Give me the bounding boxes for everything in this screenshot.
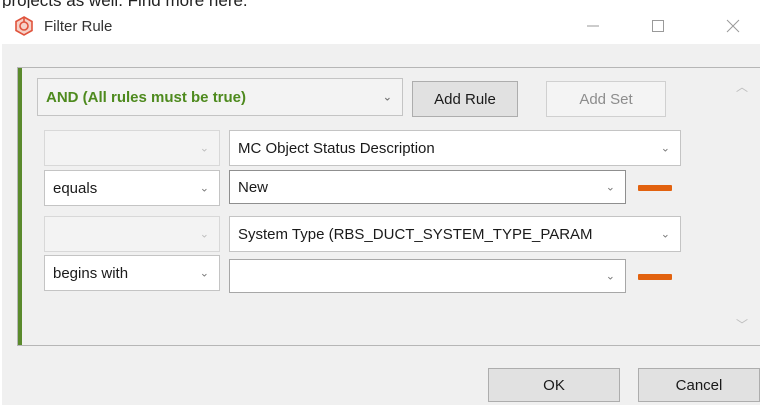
operator-value: AND (All rules must be true) <box>46 88 247 106</box>
ok-button[interactable]: OK <box>488 368 620 402</box>
add-set-button[interactable]: Add Set <box>546 81 666 117</box>
window-title: Filter Rule <box>44 18 113 35</box>
maximize-icon <box>652 20 664 32</box>
minimize-icon <box>587 25 599 27</box>
maximize-button[interactable] <box>635 8 681 44</box>
filter-rule-dialog: Filter Rule ︿ ﹀ <box>2 8 760 405</box>
chevron-down-icon: ⌄ <box>199 142 209 155</box>
rule-2-remove-button[interactable] <box>638 274 672 280</box>
rule-1-connector-dropdown[interactable]: ⌄ <box>44 130 220 166</box>
rule-2-field-value: System Type (RBS_DUCT_SYSTEM_TYPE_PARAM <box>238 225 593 243</box>
rule-set-accent-bar <box>18 68 22 345</box>
filter-rule-app-icon <box>15 16 33 36</box>
rule-1-condition-value: equals <box>53 179 98 197</box>
rule-1-value-combobox[interactable]: New ⌄ <box>229 170 626 204</box>
background-text: projects as well. Find more here. <box>2 0 248 10</box>
chevron-down-icon: ⌄ <box>605 181 615 194</box>
scroll-up-icon[interactable]: ︿ <box>736 78 748 95</box>
scroll-down-icon[interactable]: ﹀ <box>736 316 748 333</box>
rule-1-remove-button[interactable] <box>638 185 672 191</box>
add-rule-button[interactable]: Add Rule <box>412 81 518 117</box>
minimize-button[interactable] <box>570 8 616 44</box>
rule-2-value-combobox[interactable]: ⌄ <box>229 259 626 293</box>
rule-2-field-dropdown[interactable]: System Type (RBS_DUCT_SYSTEM_TYPE_PARAM … <box>229 216 681 252</box>
rule-1-condition-dropdown[interactable]: equals ⌄ <box>44 170 220 206</box>
chevron-down-icon: ⌄ <box>199 182 209 195</box>
rule-1-field-dropdown[interactable]: MC Object Status Description ⌄ <box>229 130 681 166</box>
chevron-down-icon: ⌄ <box>605 270 615 283</box>
chevron-down-icon: ⌄ <box>382 91 392 104</box>
cancel-button[interactable]: Cancel <box>638 368 760 402</box>
close-icon <box>726 19 740 33</box>
operator-dropdown[interactable]: AND (All rules must be true) ⌄ <box>37 78 403 116</box>
chevron-down-icon: ⌄ <box>199 228 209 241</box>
rule-2-connector-dropdown[interactable]: ⌄ <box>44 216 220 252</box>
chevron-down-icon: ⌄ <box>660 228 670 241</box>
chevron-down-icon: ⌄ <box>660 142 670 155</box>
title-bar: Filter Rule <box>2 8 760 44</box>
rule-2-condition-dropdown[interactable]: begins with ⌄ <box>44 255 220 291</box>
rule-1-field-value: MC Object Status Description <box>238 139 435 157</box>
close-button[interactable] <box>710 8 756 44</box>
rule-1-value-text: New <box>238 178 269 196</box>
chevron-down-icon: ⌄ <box>199 267 209 280</box>
rule-2-condition-value: begins with <box>53 264 129 282</box>
